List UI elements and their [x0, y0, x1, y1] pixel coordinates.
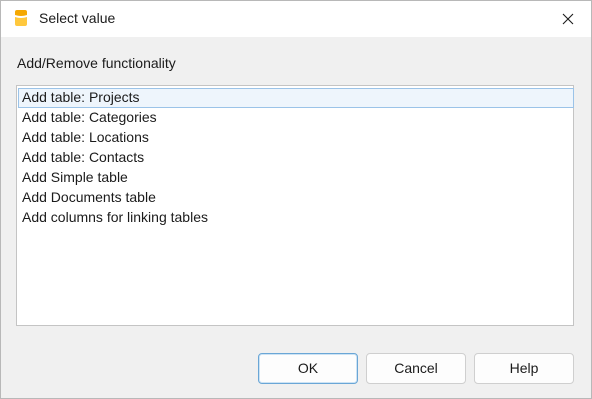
- list-item-add-table-contacts[interactable]: Add table: Contacts: [18, 148, 574, 168]
- list-item-add-table-categories[interactable]: Add table: Categories: [18, 108, 574, 128]
- banana-accounting-icon: [14, 9, 28, 27]
- list-item-add-columns-linking[interactable]: Add columns for linking tables: [18, 208, 574, 228]
- cancel-button[interactable]: Cancel: [366, 353, 466, 384]
- title-bar[interactable]: Select value: [1, 1, 591, 37]
- list-item-add-documents-table[interactable]: Add Documents table: [18, 188, 574, 208]
- help-button[interactable]: Help: [474, 353, 574, 384]
- close-button[interactable]: [545, 1, 591, 37]
- functionality-label: Add/Remove functionality: [17, 55, 176, 71]
- list-item-add-table-projects[interactable]: Add table: Projects: [18, 88, 574, 108]
- functionality-list[interactable]: Add table: Projects Add table: Categorie…: [16, 85, 574, 326]
- window-title: Select value: [39, 10, 116, 26]
- select-value-dialog: Select value Add/Remove functionality Ad…: [0, 0, 592, 399]
- ok-button[interactable]: OK: [258, 353, 358, 384]
- list-item-add-table-locations[interactable]: Add table: Locations: [18, 128, 574, 148]
- list-item-add-simple-table[interactable]: Add Simple table: [18, 168, 574, 188]
- close-icon: [562, 13, 574, 25]
